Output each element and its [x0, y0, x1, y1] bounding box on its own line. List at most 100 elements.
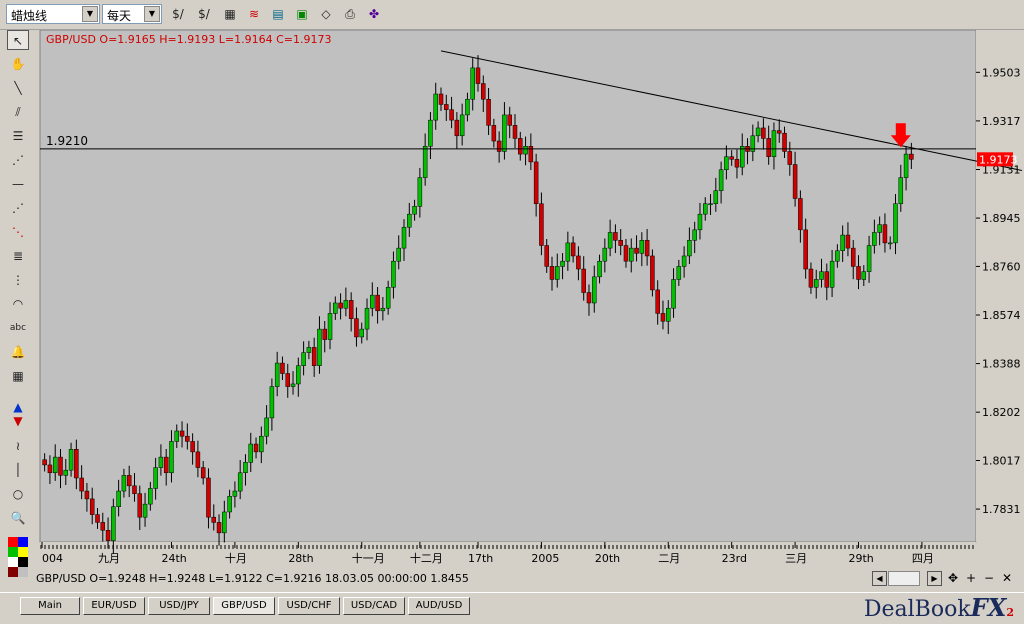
dealbook-logo: DealBookFX2 [864, 593, 1014, 622]
x-tick-label: 九月 [98, 552, 120, 565]
print-icon[interactable]: ⎙ [340, 5, 360, 24]
chart-panel[interactable]: 1.9503 1.9317 1.9131 1.8945 1.8760 1.8574 1.83… [34, 29, 1023, 570]
brand-version: 2 [1006, 606, 1014, 619]
brand-text: DealBook [863, 597, 971, 622]
crosshair-icon[interactable]: ✥ [948, 571, 958, 585]
dollar-euro-icon[interactable]: $/ [168, 5, 188, 24]
tab-label: GBP/USD [221, 600, 267, 611]
plot-area [39, 29, 977, 543]
tab-label: EUR/USD [91, 600, 137, 611]
up-down-arrows-icon[interactable]: ▲ ▼ [7, 400, 29, 430]
chevron-down-icon[interactable]: ▼ [144, 6, 160, 22]
multi-fan-icon[interactable]: ⋰ [7, 198, 29, 218]
status-readout: GBP/USD O=1.9248 H=1.9248 L=1.9122 C=1.9… [36, 572, 469, 585]
x-tick-label: 三月 [785, 552, 807, 565]
horizontal-levels-icon[interactable]: ☰ [7, 126, 29, 146]
status-bar: GBP/USD O=1.9248 H=1.9248 L=1.9122 C=1.9… [34, 570, 1022, 588]
scrollbar-thumb[interactable] [888, 571, 920, 586]
x-tick-label: 20th [595, 552, 620, 565]
toggle-icon[interactable]: ▣ [292, 5, 312, 24]
calculator-icon[interactable]: ▦ [7, 366, 29, 386]
y-tick-label: 1.8945 [982, 212, 1021, 225]
x-tick-label: 十月 [225, 551, 247, 565]
candlestick-chart[interactable]: 1.95031.93171.91311.89451.87601.85741.83… [34, 29, 1023, 570]
x-tick-label: 十二月 [410, 551, 443, 565]
chevron-down-icon[interactable]: ▼ [82, 6, 98, 22]
tab-main[interactable]: Main [20, 597, 80, 615]
settings-icon[interactable]: ✤ [364, 5, 384, 24]
zoom-out-icon[interactable]: − [984, 571, 994, 585]
vline-icon[interactable]: │ [7, 460, 29, 480]
grid-icon[interactable]: ⋮ [7, 270, 29, 290]
symbol-tab-bar: Main EUR/USD USD/JPY GBP/USD USD/CHF USD… [0, 592, 1024, 624]
toolbar: 蜡烛线 ▼ 每天 ▼ $/ $/ ▦ ≋ ▤ ▣ ◇ ⎙ ✤ [0, 0, 1024, 30]
text-tool-label: abc [9, 323, 27, 333]
tab-label: USD/CHF [286, 600, 332, 611]
zoom-in-icon[interactable]: + [966, 571, 976, 585]
x-tick-label: 二月 [658, 552, 680, 565]
color-palette-icon[interactable] [7, 536, 29, 580]
zoom-icon[interactable]: 🔍 [7, 508, 29, 528]
tab-gbp-usd[interactable]: GBP/USD [213, 597, 275, 615]
y-tick-label: 1.9317 [982, 115, 1021, 128]
horizontal-line-label: 1.9210 [46, 134, 88, 148]
fibonacci-icon[interactable]: ≣ [7, 246, 29, 266]
x-tick-label: 24th [161, 552, 186, 565]
chart-type-value: 蜡烛线 [11, 9, 48, 23]
current-price-tag: 1.9173 [977, 152, 1018, 167]
cursor-icon[interactable]: ↖ [7, 30, 29, 50]
circle-icon[interactable]: ○ [7, 484, 29, 504]
brand-fx: FX [970, 593, 1007, 622]
y-tick-label: 1.8574 [982, 309, 1021, 322]
fan-icon[interactable]: ⋰ [7, 150, 29, 170]
tab-label: USD/CAD [350, 600, 398, 611]
drawing-tools-palette: ↖ ✋ ╲ ⫽ ☰ ⋰ — ⋰ ⋱ ≣ ⋮ ◠ abc 🔔 ▦ ▲ ▼ ≀ │ ○… [4, 30, 32, 590]
x-tick-label: 29th [849, 552, 874, 565]
hline-icon[interactable]: — [7, 174, 29, 194]
indicator-icon[interactable]: ≋ [244, 5, 264, 24]
chart-type-select[interactable]: 蜡烛线 ▼ [6, 4, 100, 24]
x-tick-label: 四月 [912, 552, 934, 565]
tab-usd-cad[interactable]: USD/CAD [343, 597, 405, 615]
scroll-right-icon[interactable]: ▶ [927, 571, 942, 586]
x-tick-label: 28th [288, 552, 313, 565]
y-tick-label: 1.8202 [982, 406, 1021, 419]
y-tick-label: 1.7831 [982, 503, 1021, 516]
close-chart-icon[interactable]: ✕ [1002, 571, 1012, 585]
dollar-pound-icon[interactable]: $/ [194, 5, 214, 24]
tab-usd-chf[interactable]: USD/CHF [278, 597, 340, 615]
x-tick-label: 17th [468, 552, 493, 565]
copy-icon[interactable]: ◇ [316, 5, 336, 24]
color-swatches [8, 537, 28, 577]
x-tick-label: 23rd [722, 552, 747, 565]
timeframe-value: 每天 [107, 9, 132, 23]
scroll-left-icon[interactable]: ◀ [872, 571, 887, 586]
channel-icon[interactable]: ⋱ [7, 222, 29, 242]
tab-label: USD/JPY [159, 600, 199, 611]
y-tick-label: 1.8017 [982, 454, 1021, 467]
current-price-label: 1.9173 [979, 153, 1018, 166]
tab-eur-usd[interactable]: EUR/USD [83, 597, 145, 615]
y-tick-label: 1.8760 [982, 260, 1021, 273]
candle [650, 249, 655, 297]
arc-icon[interactable]: ◠ [7, 294, 29, 314]
text-tool[interactable]: abc [7, 318, 29, 338]
bar-chart-icon[interactable]: ▦ [220, 5, 240, 24]
tab-usd-jpy[interactable]: USD/JPY [148, 597, 210, 615]
bell-icon[interactable]: 🔔 [7, 342, 29, 362]
y-tick-label: 1.9503 [982, 66, 1021, 79]
timeframe-select[interactable]: 每天 ▼ [102, 4, 162, 24]
tab-label: Main [38, 600, 62, 611]
app-window: 蜡烛线 ▼ 每天 ▼ $/ $/ ▦ ≋ ▤ ▣ ◇ ⎙ ✤ ↖ ✋ ╲ ⫽ ☰… [0, 0, 1024, 624]
parallel-lines-icon[interactable]: ⫽ [7, 102, 29, 122]
x-tick-label: 2005 [531, 552, 559, 565]
x-tick-label: 十一月 [352, 551, 385, 565]
hand-icon[interactable]: ✋ [7, 54, 29, 74]
line-icon[interactable]: ╲ [7, 78, 29, 98]
wave-icon[interactable]: ≀ [7, 436, 29, 456]
chart-icon[interactable]: ▤ [268, 5, 288, 24]
tab-label: AUD/USD [415, 600, 463, 611]
tab-aud-usd[interactable]: AUD/USD [408, 597, 470, 615]
symbol-readout: GBP/USD O=1.9165 H=1.9193 L=1.9164 C=1.9… [46, 33, 331, 46]
y-tick-label: 1.8388 [982, 358, 1021, 371]
